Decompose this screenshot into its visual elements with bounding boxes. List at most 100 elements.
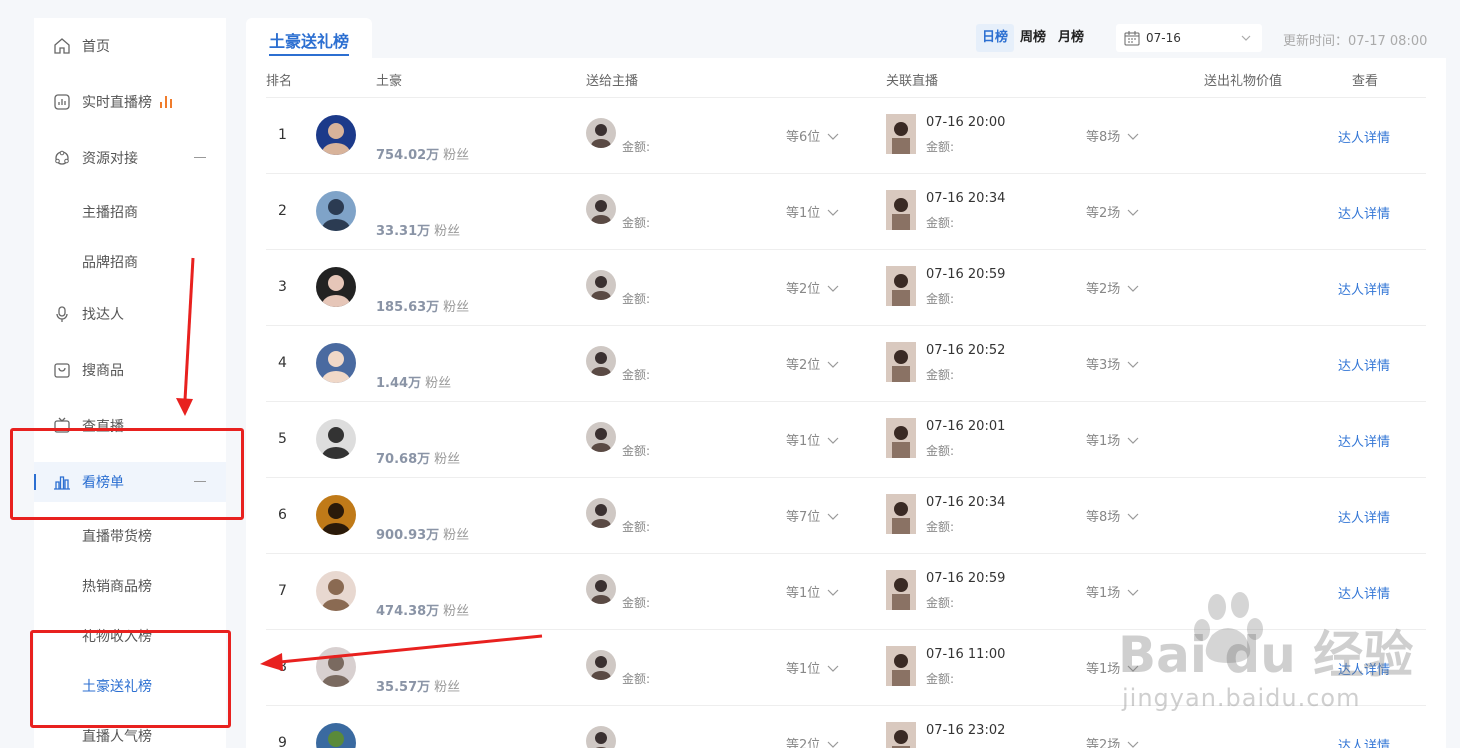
- host-avatar[interactable]: [586, 574, 616, 604]
- more-lives-toggle[interactable]: 等1场: [1086, 430, 1140, 449]
- host-avatar[interactable]: [586, 118, 616, 148]
- col-view: 查看: [1352, 74, 1379, 89]
- more-lives-toggle[interactable]: 等2场: [1086, 734, 1140, 748]
- live-thumbnail[interactable]: [886, 266, 916, 306]
- calendar-icon: [1124, 31, 1140, 46]
- more-hosts-label: 等2位: [786, 358, 821, 373]
- fans-unit: 粉丝: [443, 300, 470, 315]
- tab-tuhao[interactable]: 土豪送礼榜: [246, 18, 372, 58]
- home-icon: [53, 37, 71, 55]
- sidebar-item-home[interactable]: 首页: [34, 26, 226, 66]
- talent-detail-link[interactable]: 达人详情: [1338, 279, 1390, 298]
- host-avatar[interactable]: [586, 498, 616, 528]
- tuhao-avatar[interactable]: [316, 267, 356, 307]
- more-hosts-toggle[interactable]: 等7位: [786, 506, 840, 525]
- rank-number: 7: [278, 583, 287, 599]
- more-lives-toggle[interactable]: 等8场: [1086, 126, 1140, 145]
- sidebar-item-check-live[interactable]: 查直播: [34, 406, 226, 446]
- host-avatar[interactable]: [586, 346, 616, 376]
- tuhao-avatar[interactable]: [316, 571, 356, 611]
- live-thumbnail[interactable]: [886, 570, 916, 610]
- host-avatar[interactable]: [586, 726, 616, 748]
- more-hosts-toggle[interactable]: 等1位: [786, 202, 840, 221]
- chevron-down-icon: [827, 741, 839, 748]
- sidebar-item-rankings[interactable]: 看榜单: [34, 462, 226, 502]
- live-thumbnail[interactable]: [886, 494, 916, 534]
- talent-detail-link[interactable]: 达人详情: [1338, 431, 1390, 450]
- more-hosts-toggle[interactable]: 等6位: [786, 126, 840, 145]
- sidebar-sub-live-popularity[interactable]: 直播人气榜: [82, 722, 152, 748]
- more-hosts-toggle[interactable]: 等2位: [786, 354, 840, 373]
- tuhao-avatar[interactable]: [316, 419, 356, 459]
- sidebar-sub-hot-goods[interactable]: 热销商品榜: [82, 572, 152, 602]
- table-row: 4 1.44万 粉丝 金额: 等2位 07-16 20:52 金额: 等3场 达人…: [266, 326, 1426, 402]
- host-avatar[interactable]: [586, 194, 616, 224]
- more-hosts-label: 等2位: [786, 738, 821, 748]
- period-day-button[interactable]: 日榜: [976, 24, 1015, 52]
- talent-detail-link[interactable]: 达人详情: [1338, 507, 1390, 526]
- rank-number: 5: [278, 431, 287, 447]
- live-amount-label: 金额:: [926, 368, 955, 382]
- more-hosts-toggle[interactable]: 等2位: [786, 278, 840, 297]
- live-thumbnail[interactable]: [886, 418, 916, 458]
- more-hosts-toggle[interactable]: 等1位: [786, 430, 840, 449]
- fans-unit: 粉丝: [434, 452, 461, 467]
- more-lives-label: 等2场: [1086, 206, 1121, 221]
- host-avatar[interactable]: [586, 422, 616, 452]
- more-lives-toggle[interactable]: 等2场: [1086, 278, 1140, 297]
- more-lives-toggle[interactable]: 等3场: [1086, 354, 1140, 373]
- sidebar-sub-brand-recruit[interactable]: 品牌招商: [82, 248, 138, 278]
- chevron-down-icon: [827, 589, 839, 596]
- live-time: 07-16 20:00: [926, 115, 1006, 130]
- sidebar-item-search-goods[interactable]: 搜商品: [34, 350, 226, 390]
- tuhao-avatar[interactable]: [316, 115, 356, 155]
- tuhao-avatar[interactable]: [316, 723, 356, 748]
- more-hosts-toggle[interactable]: 等2位: [786, 734, 840, 748]
- more-lives-toggle[interactable]: 等8场: [1086, 506, 1140, 525]
- collapse-icon[interactable]: [194, 157, 206, 158]
- talent-detail-link[interactable]: 达人详情: [1338, 735, 1390, 748]
- live-thumbnail[interactable]: [886, 722, 916, 748]
- tuhao-avatar[interactable]: [316, 495, 356, 535]
- fans-count: 185.63万 粉丝: [376, 296, 469, 315]
- live-thumbnail[interactable]: [886, 342, 916, 382]
- collapse-icon[interactable]: [194, 481, 206, 482]
- tuhao-avatar[interactable]: [316, 191, 356, 231]
- more-hosts-label: 等1位: [786, 206, 821, 221]
- sidebar-item-resources[interactable]: 资源对接: [34, 138, 226, 178]
- chevron-down-icon: [827, 665, 839, 672]
- sidebar-sub-tuhao-gift[interactable]: 土豪送礼榜: [82, 672, 152, 702]
- period-week-button[interactable]: 周榜: [1014, 24, 1052, 52]
- live-amount-label: 金额:: [926, 672, 955, 686]
- table-row: 3 185.63万 粉丝 金额: 等2位 07-16 20:59 金额: 等2场 …: [266, 250, 1426, 326]
- host-avatar[interactable]: [586, 270, 616, 300]
- period-month-button[interactable]: 月榜: [1052, 24, 1090, 52]
- more-hosts-toggle[interactable]: 等1位: [786, 582, 840, 601]
- bag-icon: [53, 361, 71, 379]
- sidebar-item-realtime[interactable]: 实时直播榜: [34, 82, 226, 122]
- host-avatar[interactable]: [586, 650, 616, 680]
- date-picker[interactable]: 07-16: [1116, 24, 1262, 52]
- col-live: 关联直播: [886, 74, 939, 89]
- tab-label: 土豪送礼榜: [269, 32, 350, 51]
- talent-detail-link[interactable]: 达人详情: [1338, 203, 1390, 222]
- talent-detail-link[interactable]: 达人详情: [1338, 355, 1390, 374]
- live-thumbnail[interactable]: [886, 646, 916, 686]
- more-hosts-toggle[interactable]: 等1位: [786, 658, 840, 677]
- live-time: 07-16 20:01: [926, 419, 1006, 434]
- col-host: 送给主播: [586, 74, 639, 89]
- sidebar-item-find-talent[interactable]: 找达人: [34, 294, 226, 334]
- live-thumbnail[interactable]: [886, 114, 916, 154]
- sidebar-sub-gift-income[interactable]: 礼物收入榜: [82, 622, 152, 652]
- sidebar-sub-host-recruit[interactable]: 主播招商: [82, 198, 138, 228]
- live-thumbnail[interactable]: [886, 190, 916, 230]
- talent-detail-link[interactable]: 达人详情: [1338, 127, 1390, 146]
- rank-number: 1: [278, 127, 287, 143]
- tuhao-avatar[interactable]: [316, 647, 356, 687]
- table-row: 1 754.02万 粉丝 金额: 等6位 07-16 20:00 金额: 等8场 …: [266, 98, 1426, 174]
- sidebar-item-label: 首页: [82, 39, 110, 55]
- fans-unit: 粉丝: [434, 224, 461, 239]
- sidebar-sub-live-sales[interactable]: 直播带货榜: [82, 522, 152, 552]
- more-lives-toggle[interactable]: 等2场: [1086, 202, 1140, 221]
- tuhao-avatar[interactable]: [316, 343, 356, 383]
